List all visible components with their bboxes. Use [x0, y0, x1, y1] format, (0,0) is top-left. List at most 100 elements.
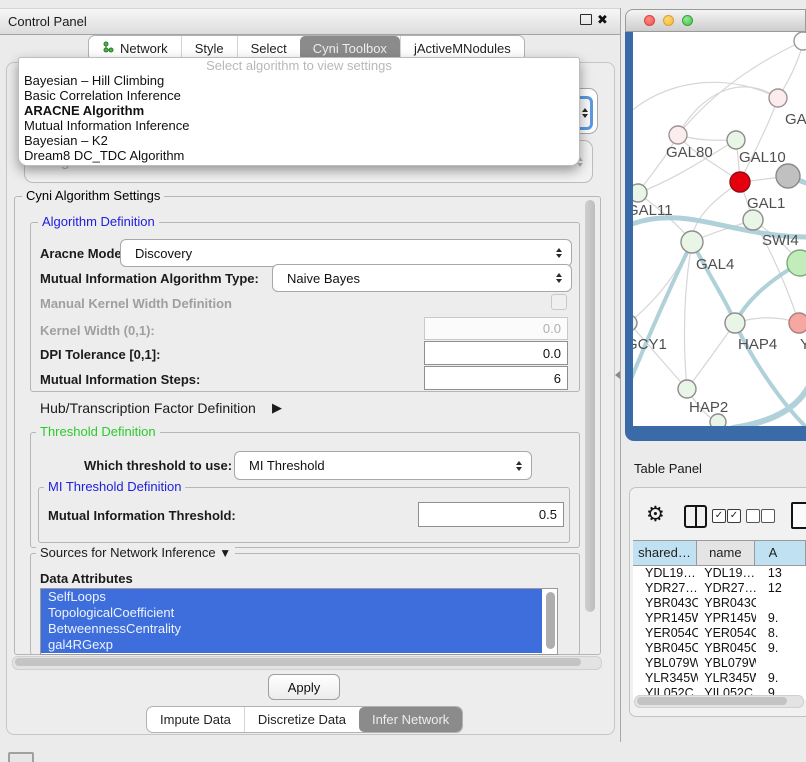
mac-zoom-button[interactable]	[682, 15, 693, 26]
dropdown-option[interactable]: Basic Correlation Inference	[19, 88, 579, 103]
minimized-panel-icon[interactable]	[8, 752, 34, 762]
dropdown-option[interactable]: Bayesian – K2	[19, 133, 579, 148]
close-icon[interactable]: ✖	[597, 12, 608, 28]
node-salmon[interactable]	[789, 313, 806, 333]
unchecked-checkbox-icon[interactable]	[746, 509, 760, 523]
network-nodes	[633, 32, 806, 426]
node-attribute-table[interactable]: shared… name A YDL19…YDL19…13 YDR27…YDR2…	[633, 540, 806, 700]
mac-minimize-button[interactable]	[663, 15, 674, 26]
dropdown-option[interactable]: Dream8 DC_TDC Algorithm	[19, 148, 579, 163]
network-window-titlebar[interactable]	[625, 9, 806, 32]
float-window-icon[interactable]	[580, 14, 592, 25]
screen: Control Panel ✖ Network Style Select Cyn…	[0, 0, 806, 762]
updown-arrows-icon	[516, 461, 522, 471]
settings-group-title: Cyni Algorithm Settings	[22, 189, 164, 203]
tab-infer-network[interactable]: Infer Network	[359, 707, 462, 732]
node-label-gal11: GAL11	[633, 202, 673, 219]
tab-discretize-data[interactable]: Discretize Data	[244, 707, 359, 732]
split-columns-icon[interactable]	[684, 505, 707, 528]
table-row[interactable]: YBL079WYBL079W	[633, 656, 806, 671]
dropdown-option-selected[interactable]: ARACNE Algorithm	[19, 103, 579, 118]
list-vertical-scrollbar[interactable]	[546, 592, 555, 649]
panel-splitter-handle[interactable]	[615, 371, 620, 379]
manual-kernel-label: Manual Kernel Width Definition	[40, 296, 232, 311]
settings-horizontal-scrollbar[interactable]	[12, 656, 602, 670]
mi-type-combo[interactable]: Naive Bayes	[272, 264, 572, 292]
scrollbar-thumb[interactable]	[15, 658, 581, 666]
table-row[interactable]: YPR145WYPR145W9.	[633, 611, 806, 626]
dropdown-option[interactable]: Mutual Information Inference	[19, 118, 579, 133]
node-hap4[interactable]	[725, 313, 745, 333]
node-gcy1[interactable]	[633, 315, 637, 331]
gear-icon[interactable]: ⚙	[646, 502, 665, 526]
mi-threshold-label: Mutual Information Threshold:	[48, 508, 236, 523]
expand-right-icon[interactable]: ▶	[272, 400, 282, 416]
document-icon[interactable]	[791, 502, 806, 529]
node-gal10[interactable]	[727, 131, 745, 149]
scrollbar-thumb[interactable]	[637, 697, 787, 705]
list-item[interactable]: BetweennessCentrality	[41, 621, 542, 637]
kernel-width-label: Kernel Width (0,1):	[40, 323, 155, 338]
table-row[interactable]: YDR27…YDR27…12	[633, 581, 806, 596]
column-header[interactable]: name	[697, 541, 755, 565]
algorithm-definition-title: Algorithm Definition	[38, 215, 159, 229]
node-gray[interactable]	[776, 164, 800, 188]
node-gal80[interactable]	[669, 126, 687, 144]
dropdown-prompt: Select algorithm to view settings	[19, 58, 579, 73]
table-row[interactable]: YLR345WYLR345W9.	[633, 671, 806, 686]
dropdown-option[interactable]: Bayesian – Hill Climbing	[19, 73, 579, 88]
unchecked-checkbox-icon[interactable]	[761, 509, 775, 523]
control-panel-title: Control Panel	[8, 14, 87, 29]
table-horizontal-scrollbar[interactable]	[634, 695, 804, 708]
threshold-definition-title: Threshold Definition	[36, 425, 160, 439]
column-header[interactable]: shared…	[633, 541, 697, 565]
kernel-width-field: 0.0	[424, 317, 568, 340]
node-label-swi4: SWI4	[762, 232, 799, 249]
mac-close-button[interactable]	[644, 15, 655, 26]
node-label-hap4: HAP4	[738, 336, 777, 353]
list-item[interactable]: gal4RGexp	[41, 637, 542, 653]
settings-vertical-scrollbar[interactable]	[585, 200, 595, 612]
node-red-selected[interactable]	[730, 172, 750, 192]
node-hap2[interactable]	[678, 380, 696, 398]
mi-steps-field[interactable]: 6	[424, 366, 568, 390]
tab-network-label: Network	[120, 41, 168, 56]
mi-steps-label: Mutual Information Steps:	[40, 372, 200, 387]
checked-checkbox-icon[interactable]: ✓	[712, 509, 726, 523]
table-row[interactable]: YDL19…YDL19…13	[633, 566, 806, 581]
table-row[interactable]: YBR045CYBR045C9.	[633, 641, 806, 656]
data-attributes-label: Data Attributes	[40, 571, 133, 586]
apply-button[interactable]: Apply	[268, 674, 340, 700]
list-item[interactable]: SelfLoops	[41, 589, 542, 605]
mi-threshold-field[interactable]: 0.5	[418, 502, 564, 527]
table-row[interactable]: YBR043CYBR043C	[633, 596, 806, 611]
node-gal11[interactable]	[633, 184, 647, 202]
updown-arrows-icon	[556, 273, 562, 283]
data-attributes-list[interactable]: SelfLoops TopologicalCoefficient Between…	[40, 588, 558, 655]
node-gal-partial[interactable]	[769, 89, 787, 107]
node-label-y-partial: Y	[800, 336, 806, 353]
aracne-mode-label: Aracne Mode:	[40, 246, 126, 261]
node-label-hap2: HAP2	[689, 399, 728, 416]
tab-impute-data[interactable]: Impute Data	[147, 707, 244, 732]
node-label-gal1: GAL1	[747, 195, 785, 212]
node-label-gal-partial: GAL	[785, 111, 806, 128]
dpi-tolerance-label: DPI Tolerance [0,1]:	[40, 347, 160, 362]
node-bright-green[interactable]	[787, 250, 806, 276]
node-gal1[interactable]	[743, 210, 763, 230]
which-threshold-combo[interactable]: MI Threshold	[234, 451, 532, 480]
list-item[interactable]: TopologicalCoefficient	[41, 605, 542, 621]
table-header: shared… name A	[633, 541, 806, 566]
column-header[interactable]: A	[755, 541, 806, 565]
hub-section-label[interactable]: Hub/Transcription Factor Definition	[40, 400, 256, 416]
expand-down-icon[interactable]: ▼	[219, 546, 231, 560]
checked-checkbox-icon[interactable]: ✓	[727, 509, 741, 523]
network-canvas[interactable]: GAL GAL80 GAL10 GAL1 GAL11 SWI4 GAL4 GCY…	[633, 32, 806, 426]
table-row[interactable]: YER054CYER054C8.	[633, 626, 806, 641]
table-panel-title: Table Panel	[634, 461, 702, 476]
node-partial-top[interactable]	[794, 32, 806, 50]
node-gal4[interactable]	[681, 231, 703, 253]
manual-kernel-checkbox[interactable]	[551, 294, 567, 310]
dpi-tolerance-field[interactable]: 0.0	[424, 341, 568, 365]
aracne-mode-combo[interactable]: Discovery	[120, 239, 572, 267]
